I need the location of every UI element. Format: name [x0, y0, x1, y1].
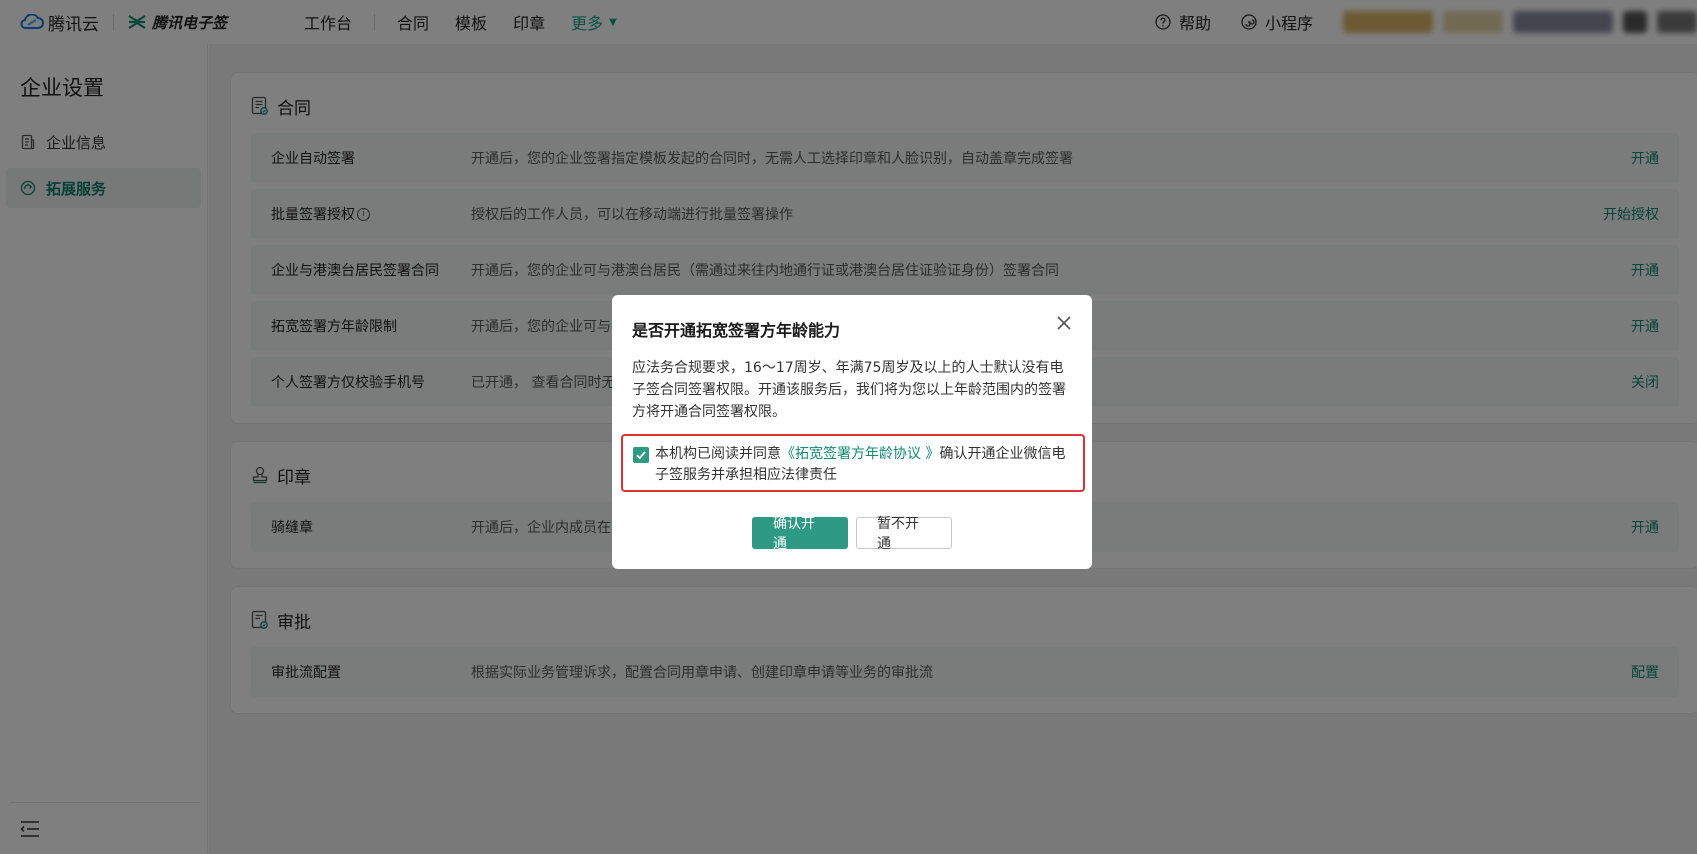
confirm-dialog: 是否开通拓宽签署方年龄能力 应法务合规要求，16～17周岁、年满75周岁及以上的… — [612, 295, 1092, 569]
agreement-text: 本机构已阅读并同意《拓宽签署方年龄协议 》确认开通企业微信电子签服务并承担相应法… — [655, 444, 1073, 490]
dialog-actions: 确认开通 暂不开通 — [612, 516, 1092, 552]
confirm-enable-button[interactable]: 确认开通 — [752, 516, 848, 552]
agreement-prefix: 本机构已阅读并同意 — [655, 446, 781, 462]
close-icon[interactable] — [1054, 313, 1074, 333]
agreement-link[interactable]: 《拓宽签署方年龄协议 》 — [781, 446, 939, 462]
dialog-title: 是否开通拓宽签署方年龄能力 — [632, 321, 841, 340]
agreement-highlight: 本机构已阅读并同意《拓宽签署方年龄协议 》确认开通企业微信电子签服务并承担相应法… — [621, 434, 1085, 492]
check-icon — [636, 451, 646, 460]
not-now-button[interactable]: 暂不开通 — [856, 516, 952, 552]
agreement-checkbox[interactable] — [633, 447, 649, 463]
dialog-body: 应法务合规要求，16～17周岁、年满75周岁及以上的人士默认没有电子签合同签署权… — [632, 360, 1066, 420]
